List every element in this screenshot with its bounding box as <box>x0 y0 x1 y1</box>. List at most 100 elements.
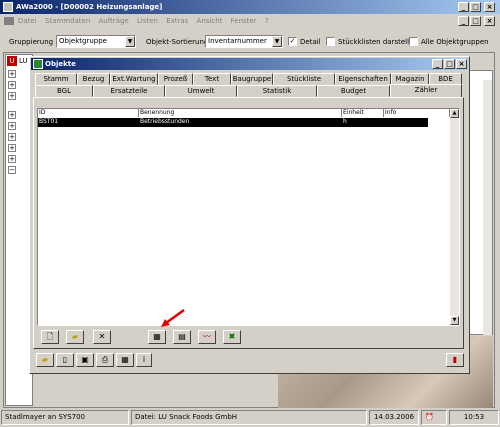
clock-icon: ⏰ <box>425 413 434 421</box>
tree-expand-5[interactable]: + <box>8 122 16 130</box>
dialog-title: Objekte <box>45 60 76 68</box>
menu-item-ansicht[interactable]: Ansicht <box>197 17 223 25</box>
all-groups-checkbox[interactable] <box>409 37 418 46</box>
excel-button[interactable]: ✖ <box>223 330 241 344</box>
maximize-button[interactable]: □ <box>470 2 481 12</box>
red-arrow-annotation <box>161 308 185 327</box>
mdi-restore-button[interactable]: □ <box>470 16 481 26</box>
calculator-button[interactable]: ▦ <box>148 330 166 344</box>
dialog-icon <box>33 59 43 69</box>
print-icon: ⎙ <box>101 355 109 364</box>
grouping-select[interactable]: Objektgruppe ▼ <box>56 35 136 48</box>
tree-collapse-1[interactable]: − <box>8 166 16 174</box>
mdi-minimize-button[interactable]: _ <box>458 16 469 26</box>
grid-button[interactable]: ▦ <box>116 353 134 367</box>
calendar-button[interactable]: ▤ <box>173 330 191 344</box>
tab-text[interactable]: Text <box>193 73 231 85</box>
grouping-value: Objektgruppe <box>59 37 107 45</box>
open-button[interactable]: ▰ <box>66 330 84 344</box>
mdi-close-button[interactable]: × <box>484 16 495 26</box>
sort-select[interactable]: Inventarnummer ▼ <box>205 35 283 48</box>
table-scrollbar[interactable]: ▲ ▼ <box>450 109 459 325</box>
detail-label: Detail <box>300 38 321 46</box>
chevron-down-icon[interactable]: ▼ <box>272 36 282 47</box>
info-button[interactable]: i <box>136 353 152 367</box>
status-time: 10:53 <box>449 410 499 425</box>
menu-item-extras[interactable]: Extras <box>166 17 188 25</box>
status-file: Datei: LU Snack Foods GmbH <box>131 410 367 425</box>
tree-expand-2[interactable]: + <box>8 81 16 89</box>
tab-prozess[interactable]: Prozeß <box>158 73 193 85</box>
delete-icon: ✕ <box>98 332 106 341</box>
dialog-close-button[interactable]: × <box>456 59 467 69</box>
tree-expand-1[interactable]: + <box>8 70 16 78</box>
chart-icon: 〰 <box>203 332 211 341</box>
document-button[interactable]: ▯ <box>56 353 74 367</box>
dialog-titlebar: Objekte <box>31 58 468 70</box>
tree-expand-8[interactable]: + <box>8 155 16 163</box>
cell-id: BST01 <box>39 118 59 125</box>
scroll-down-button[interactable]: ▼ <box>450 316 459 325</box>
dialog-minimize-button[interactable]: _ <box>432 59 443 69</box>
column-header-benennung[interactable]: Benennung <box>139 109 342 117</box>
tab-zaehler[interactable]: Zähler <box>390 84 462 98</box>
document-icon: ▯ <box>62 355 68 364</box>
open-folder-button[interactable]: ▰ <box>36 353 54 367</box>
tab-statistik[interactable]: Statistik <box>237 85 317 97</box>
column-header-einheit[interactable]: Einheit <box>342 109 384 117</box>
new-button[interactable]: 🗋 <box>41 330 59 344</box>
root-icon: U <box>7 56 17 66</box>
root-label: LU <box>19 57 28 65</box>
all-groups-label: Alle Objektgruppen <box>421 38 489 46</box>
tab-bezug[interactable]: Bezug <box>77 73 110 85</box>
detail-checkbox[interactable]: ✓ <box>288 37 297 46</box>
column-header-info[interactable]: Info <box>384 109 450 117</box>
save-icon: ▣ <box>81 355 89 364</box>
tree-expand-3[interactable]: + <box>8 92 16 100</box>
table-row[interactable]: BST01 Betriebsstunden h <box>38 118 428 127</box>
tree-expand-4[interactable]: + <box>8 111 16 119</box>
print-button[interactable]: ⎙ <box>96 353 114 367</box>
exit-door-icon: ▮ <box>452 355 458 364</box>
delete-button[interactable]: ✕ <box>93 330 111 344</box>
tab-baugruppe[interactable]: Baugruppe <box>231 73 273 85</box>
scroll-up-button[interactable]: ▲ <box>450 109 459 118</box>
app-titlebar: AWa2000 - [D00002 Heizungsanlage] <box>0 0 500 14</box>
cell-einheit: h <box>343 118 347 125</box>
grouping-label: Gruppierung <box>9 38 54 46</box>
exit-button[interactable]: ▮ <box>446 353 464 367</box>
app-icon <box>3 2 13 12</box>
tab-bgl[interactable]: BGL <box>35 85 93 97</box>
menu-bar: Datei Stammdaten Aufträge Listen Extras … <box>4 15 444 27</box>
calendar-icon: ▤ <box>178 332 186 341</box>
tab-eigenschaften[interactable]: Eigenschaften <box>335 73 391 85</box>
menu-item-auftraege[interactable]: Aufträge <box>99 17 129 25</box>
bom-checkbox[interactable] <box>326 37 335 46</box>
tab-stueckliste[interactable]: Stückliste <box>273 73 335 85</box>
new-icon: 🗋 <box>46 332 54 341</box>
column-header-id[interactable]: ID <box>38 109 139 117</box>
tab-budget[interactable]: Budget <box>317 85 390 97</box>
close-button[interactable]: × <box>484 2 495 12</box>
chart-button[interactable]: 〰 <box>198 330 216 344</box>
tab-stamm[interactable]: Stamm <box>35 73 77 85</box>
tab-ext-wartung[interactable]: Ext.Wartung <box>110 73 158 85</box>
chevron-down-icon[interactable]: ▼ <box>125 36 135 47</box>
calculator-icon: ▦ <box>153 332 161 341</box>
dialog-maximize-button[interactable]: □ <box>444 59 455 69</box>
doc-icon <box>4 17 14 25</box>
menu-item-listen[interactable]: Listen <box>137 17 158 25</box>
background-scrollbar[interactable] <box>483 80 492 335</box>
menu-item-stammdaten[interactable]: Stammdaten <box>45 17 90 25</box>
tree-expand-7[interactable]: + <box>8 144 16 152</box>
save-button[interactable]: ▣ <box>76 353 94 367</box>
bom-label: Stückklisten darstellen <box>338 38 418 46</box>
minimize-button[interactable]: _ <box>458 2 469 12</box>
menu-item-help[interactable]: ? <box>265 17 269 25</box>
tree-expand-6[interactable]: + <box>8 133 16 141</box>
menu-item-fenster[interactable]: Fenster <box>231 17 257 25</box>
tab-ersatzteile[interactable]: Ersatzteile <box>93 85 165 97</box>
cell-benennung: Betriebsstunden <box>140 118 190 125</box>
tab-umwelt[interactable]: Umwelt <box>165 85 237 97</box>
menu-item-datei[interactable]: Datei <box>18 17 37 25</box>
